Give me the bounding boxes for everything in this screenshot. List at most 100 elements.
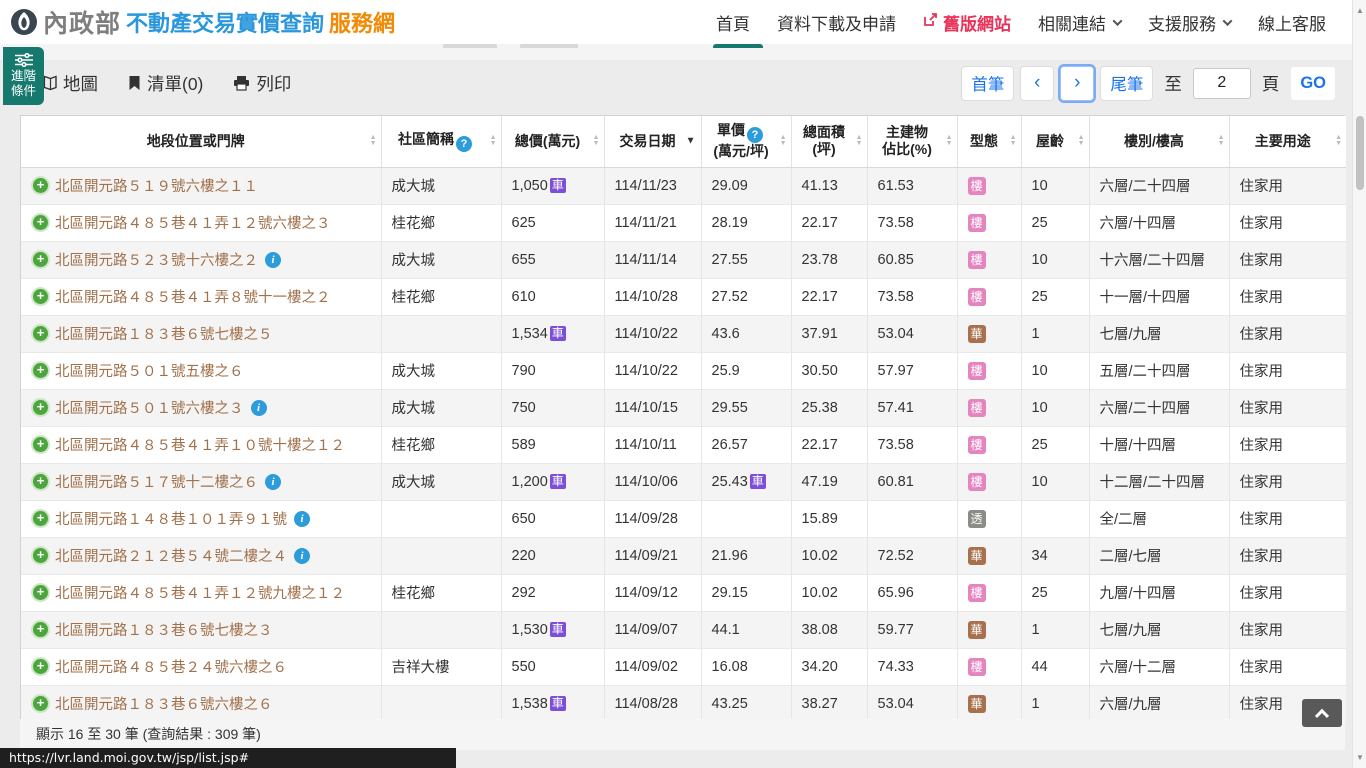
column-header-label: 佔比(%) bbox=[872, 141, 943, 158]
advanced-conditions-tab[interactable]: 進階 條件 bbox=[3, 47, 44, 105]
column-header-date[interactable]: 交易日期▼ bbox=[604, 116, 701, 167]
sort-icon: ▲▼ bbox=[370, 135, 377, 147]
sort-icon: ▲▼ bbox=[1335, 135, 1342, 147]
column-header-address[interactable]: 地段位置或門牌▲▼ bbox=[21, 116, 381, 167]
saved-list-button[interactable]: 清單(0) bbox=[128, 71, 203, 96]
address-link[interactable]: 北區開元路４８５巷４１弄８號十一樓之２ bbox=[55, 286, 331, 307]
first-page-button[interactable]: 首筆 bbox=[961, 66, 1014, 101]
expand-row-button[interactable]: + bbox=[33, 585, 48, 600]
address-link[interactable]: 北區開元路５１７號十二樓之６ bbox=[55, 471, 258, 492]
scrollbar-down-arrow[interactable]: ▼ bbox=[1353, 753, 1366, 762]
column-header-usage[interactable]: 主要用途▲▼ bbox=[1229, 116, 1346, 167]
next-page-button[interactable]: › bbox=[1060, 66, 1094, 101]
expand-row-button[interactable]: + bbox=[33, 474, 48, 489]
expand-row-button[interactable]: + bbox=[33, 400, 48, 415]
back-to-top-button[interactable] bbox=[1302, 699, 1342, 727]
goto-page-suffix-label: 頁 bbox=[1262, 71, 1280, 96]
nav-support-services[interactable]: 支援服務 bbox=[1148, 10, 1231, 35]
cell-building-age: 25 bbox=[1021, 574, 1089, 611]
go-button[interactable]: GO bbox=[1290, 66, 1336, 101]
building-type-badge: 樓 bbox=[968, 658, 986, 676]
address-link[interactable]: 北區開元路４８５巷４１弄１２號六樓之３ bbox=[55, 212, 331, 233]
cell-address: + 北區開元路４８５巷４１弄８號十一樓之２ bbox=[21, 278, 381, 315]
expand-row-button[interactable]: + bbox=[33, 548, 48, 563]
expand-row-button[interactable]: + bbox=[33, 437, 48, 452]
cell-address: + 北區開元路４８５巷４１弄１０號十樓之１２ bbox=[21, 426, 381, 463]
column-header-label: (萬元/坪) bbox=[706, 143, 777, 160]
car-park-badge: 車 bbox=[550, 622, 566, 637]
prev-page-button[interactable]: ‹ bbox=[1020, 66, 1054, 101]
nav-home[interactable]: 首頁 bbox=[716, 10, 750, 35]
cell-main-building-ratio: 61.53 bbox=[867, 167, 957, 204]
column-header-type[interactable]: 型態▲▼ bbox=[957, 116, 1021, 167]
info-icon[interactable]: i bbox=[265, 252, 281, 268]
table-row: +北區開元路４８５巷４１弄８號十一樓之２桂花鄉610114/10/2827.52… bbox=[21, 278, 1346, 315]
car-park-badge: 車 bbox=[550, 178, 566, 193]
column-header-label: 總價(萬元) bbox=[506, 133, 590, 150]
page-number-input[interactable] bbox=[1193, 68, 1251, 99]
cell-total-area: 37.91 bbox=[791, 315, 867, 352]
expand-row-button[interactable]: + bbox=[33, 622, 48, 637]
column-header-unit-price[interactable]: 單價?(萬元/坪)▲▼ bbox=[701, 116, 791, 167]
info-icon[interactable]: i bbox=[251, 400, 267, 416]
expand-row-button[interactable]: + bbox=[33, 215, 48, 230]
address-link[interactable]: 北區開元路１８３巷６號六樓之６ bbox=[55, 693, 273, 714]
expand-row-button[interactable]: + bbox=[33, 363, 48, 378]
cell-building-age: 1 bbox=[1021, 611, 1089, 648]
expand-row-button[interactable]: + bbox=[33, 659, 48, 674]
info-icon[interactable]: i bbox=[294, 511, 310, 527]
expand-row-button[interactable]: + bbox=[33, 178, 48, 193]
column-header-area[interactable]: 總面積(坪)▲▼ bbox=[791, 116, 867, 167]
cell-usage: 住家用 bbox=[1229, 204, 1346, 241]
address-link[interactable]: 北區開元路５１９號六樓之１１ bbox=[55, 175, 258, 196]
info-icon[interactable]: i bbox=[294, 548, 310, 564]
help-icon[interactable]: ? bbox=[456, 136, 472, 152]
scrollbar-up-arrow[interactable]: ▲ bbox=[1353, 6, 1366, 15]
cell-main-building-ratio: 72.52 bbox=[867, 537, 957, 574]
column-header-price[interactable]: 總價(萬元)▲▼ bbox=[501, 116, 604, 167]
address-link[interactable]: 北區開元路１８３巷６號七樓之３ bbox=[55, 619, 273, 640]
cell-transaction-date: 114/10/11 bbox=[604, 426, 701, 463]
nav-related-links[interactable]: 相關連結 bbox=[1038, 10, 1121, 35]
address-link[interactable]: 北區開元路２１２巷５４號二樓之４ bbox=[55, 545, 287, 566]
address-cell-content: + 北區開元路１８３巷６號七樓之５ bbox=[31, 316, 377, 352]
help-icon[interactable]: ? bbox=[747, 127, 763, 143]
page-scrollbar[interactable]: ▲ ▼ bbox=[1352, 0, 1366, 768]
expand-row-button[interactable]: + bbox=[33, 289, 48, 304]
address-link[interactable]: 北區開元路４８５巷２４號六樓之６ bbox=[55, 656, 287, 677]
cell-floor: 十二層/二十四層 bbox=[1089, 463, 1229, 500]
cell-unit-price: 29.09 bbox=[701, 167, 791, 204]
cell-community bbox=[381, 611, 501, 648]
column-header-label: 屋齡 bbox=[1026, 133, 1075, 150]
sliders-icon bbox=[14, 53, 34, 67]
expand-row-button[interactable]: + bbox=[33, 326, 48, 341]
nav-label: 相關連結 bbox=[1038, 10, 1106, 35]
address-link[interactable]: 北區開元路１４８巷１０１弄９１號 bbox=[55, 508, 287, 529]
column-header-floor[interactable]: 樓別/樓高▲▼ bbox=[1089, 116, 1229, 167]
nav-download-apply[interactable]: 資料下載及申請 bbox=[777, 10, 896, 35]
address-link[interactable]: 北區開元路４８５巷４１弄１０號十樓之１２ bbox=[55, 434, 345, 455]
scrollbar-thumb[interactable] bbox=[1356, 116, 1364, 190]
print-button[interactable]: 列印 bbox=[233, 71, 291, 96]
column-header-age[interactable]: 屋齡▲▼ bbox=[1021, 116, 1089, 167]
site-logo[interactable]: 內政部 不動產交易實價查詢 服務網 bbox=[10, 4, 395, 40]
column-header-ratio[interactable]: 主建物佔比(%)▲▼ bbox=[867, 116, 957, 167]
expand-row-button[interactable]: + bbox=[33, 252, 48, 267]
results-table: 地段位置或門牌▲▼社區簡稱?▲▼總價(萬元)▲▼交易日期▼單價?(萬元/坪)▲▼… bbox=[21, 116, 1346, 722]
info-icon[interactable]: i bbox=[265, 474, 281, 490]
address-link[interactable]: 北區開元路５２３號十六樓之２ bbox=[55, 249, 258, 270]
address-link[interactable]: 北區開元路５０１號五樓之６ bbox=[55, 360, 244, 381]
nav-label: 支援服務 bbox=[1148, 10, 1216, 35]
address-link[interactable]: 北區開元路５０１號六樓之３ bbox=[55, 397, 244, 418]
map-view-button[interactable]: 地圖 bbox=[38, 71, 98, 96]
nav-old-site[interactable]: 舊版網站 bbox=[923, 10, 1011, 35]
address-link[interactable]: 北區開元路１８３巷６號七樓之５ bbox=[55, 323, 273, 344]
cell-building-age: 34 bbox=[1021, 537, 1089, 574]
column-header-community[interactable]: 社區簡稱?▲▼ bbox=[381, 116, 501, 167]
address-link[interactable]: 北區開元路４８５巷４１弄１２號九樓之１２ bbox=[55, 582, 345, 603]
nav-online-service[interactable]: 線上客服 bbox=[1258, 10, 1326, 35]
expand-row-button[interactable]: + bbox=[33, 696, 48, 711]
cell-building-type: 樓 bbox=[957, 352, 1021, 389]
expand-row-button[interactable]: + bbox=[33, 511, 48, 526]
last-page-button[interactable]: 尾筆 bbox=[1100, 66, 1153, 101]
